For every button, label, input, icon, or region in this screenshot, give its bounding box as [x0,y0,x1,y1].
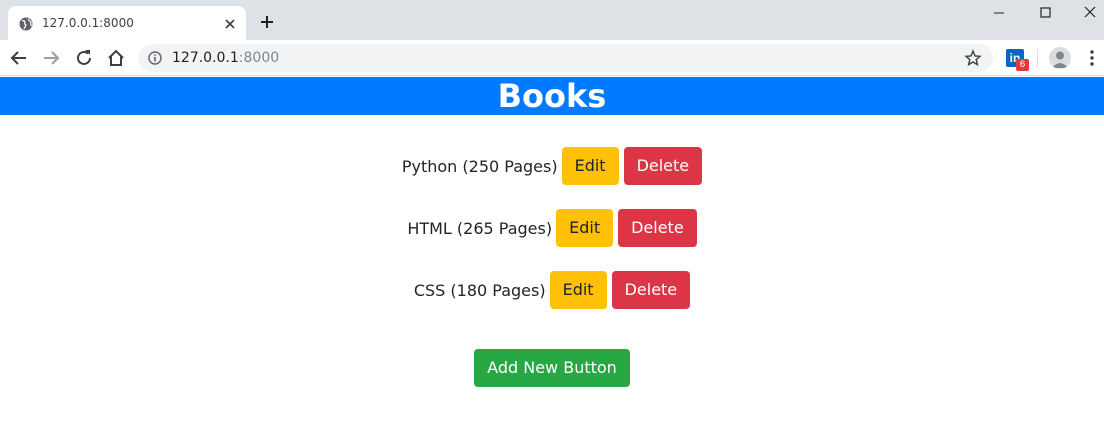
tab-title: 127.0.0.1:8000 [42,16,134,30]
book-list: Python (250 Pages) Edit Delete HTML (265… [0,147,1104,333]
profile-avatar-icon[interactable] [1049,47,1071,69]
book-row: Python (250 Pages) Edit Delete [0,147,1104,185]
book-row: CSS (180 Pages) Edit Delete [0,271,1104,309]
book-label: Python (250 Pages) [401,156,558,176]
globe-icon [19,17,33,31]
delete-button[interactable]: Delete [611,271,691,309]
tab-strip: 127.0.0.1:8000 [0,0,1104,40]
url-text: 127.0.0.1:8000 [172,50,279,66]
close-window-icon[interactable] [1067,2,1104,24]
minimize-icon[interactable] [976,2,1022,24]
delete-button[interactable]: Delete [618,209,697,247]
maximize-icon[interactable] [1022,2,1068,24]
home-icon[interactable] [105,47,127,69]
add-button-container: Add New Button [0,349,1104,387]
browser-tab[interactable]: 127.0.0.1:8000 [8,6,246,40]
person-icon [1052,51,1068,68]
book-label: HTML (265 Pages) [407,218,553,238]
book-label: CSS (180 Pages) [413,280,546,300]
url-host: 127.0.0.1 [172,50,239,66]
delete-button[interactable]: Delete [623,147,703,185]
extension-badge: 6 [1016,59,1029,71]
info-icon[interactable] [148,51,162,65]
reload-icon[interactable] [73,47,95,69]
forward-icon[interactable] [40,47,62,69]
url-port: :8000 [238,50,280,66]
add-new-button[interactable]: Add New Button [474,349,630,387]
page-title: Books [497,77,607,115]
edit-button[interactable]: Edit [549,271,607,309]
more-menu-icon[interactable] [1086,48,1098,68]
new-tab-icon[interactable] [258,13,276,31]
page-header: Books [0,77,1104,115]
bookmark-star-icon[interactable] [964,49,982,67]
browser-toolbar: 127.0.0.1:8000 in 6 [0,40,1104,76]
close-tab-icon[interactable] [222,16,238,32]
back-icon[interactable] [8,47,30,69]
edit-button[interactable]: Edit [561,147,619,185]
address-bar[interactable]: 127.0.0.1:8000 [138,44,993,72]
book-row: HTML (265 Pages) Edit Delete [0,209,1104,247]
toolbar-divider [1037,49,1038,67]
edit-button[interactable]: Edit [556,209,614,247]
